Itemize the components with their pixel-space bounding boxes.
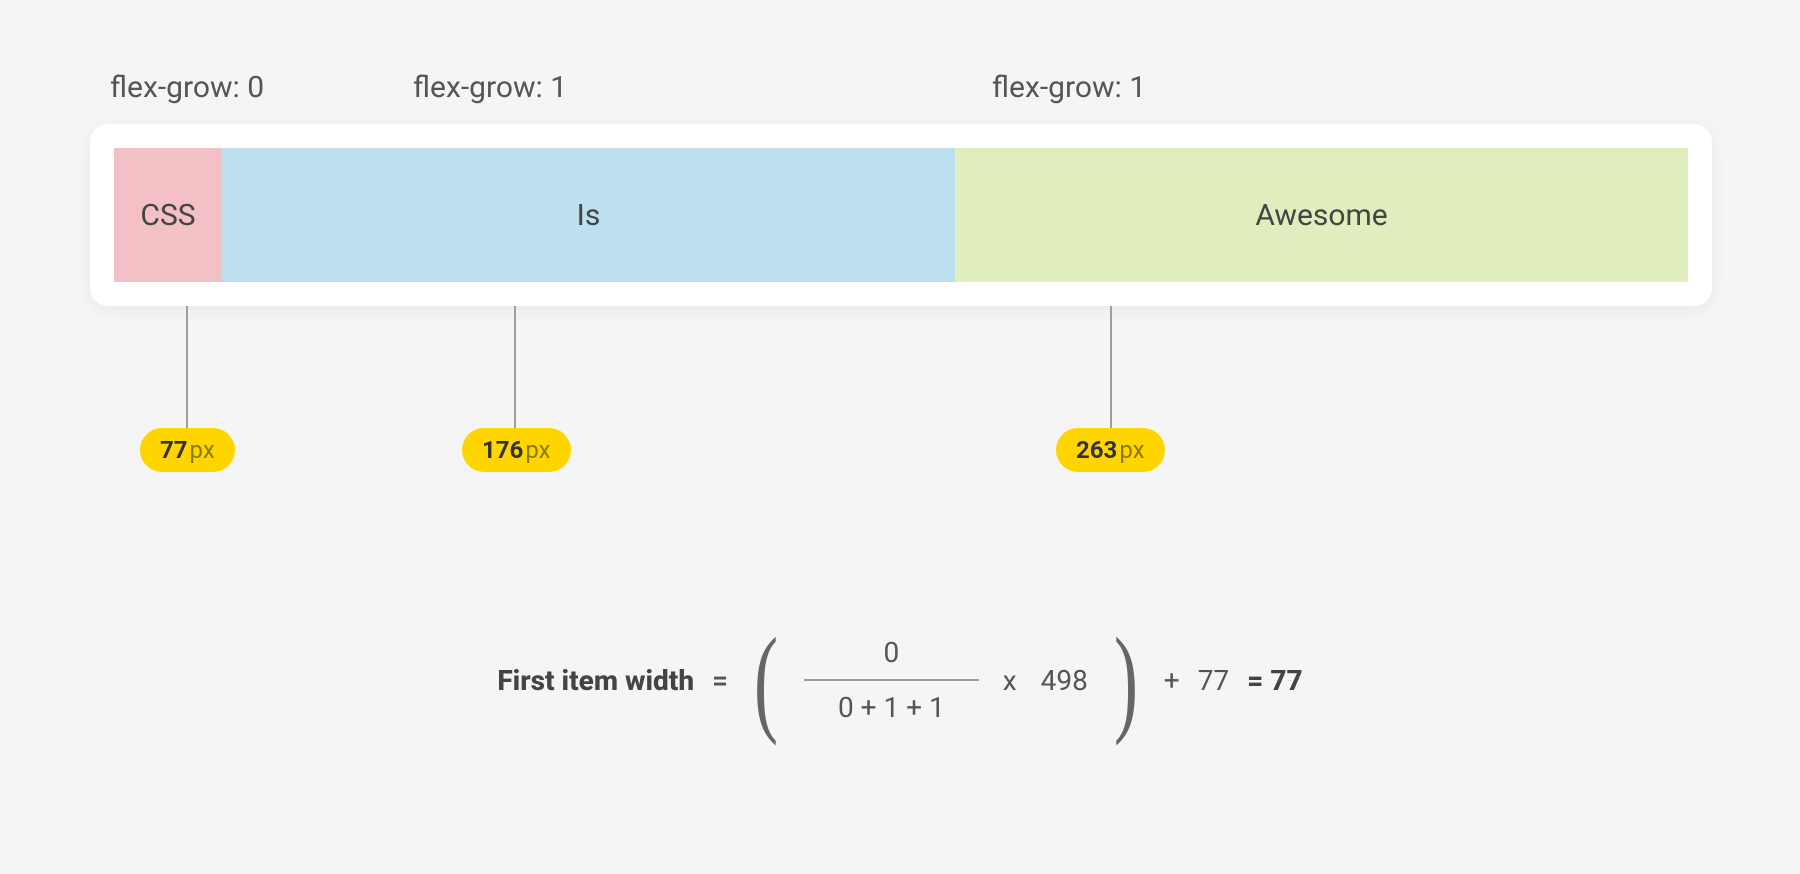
pill-value: 263	[1076, 436, 1117, 464]
label-item-2: flex-grow: 1	[413, 70, 567, 105]
pill-value: 77	[160, 436, 188, 464]
width-pill-2: 176px	[462, 428, 571, 472]
formula-addend: 77	[1198, 664, 1229, 697]
plus-sign: +	[1164, 664, 1180, 697]
flex-row: CSS Is Awesome	[114, 148, 1688, 282]
flex-item-css: CSS	[114, 148, 222, 282]
connector-line-3	[1110, 306, 1112, 428]
connector-line-2	[514, 306, 516, 428]
flex-item-is: Is	[222, 148, 955, 282]
pill-unit: px	[1119, 436, 1144, 464]
multiply-sign: x	[1003, 664, 1017, 697]
pill-value: 176	[482, 436, 523, 464]
formula-result: = 77	[1247, 664, 1303, 697]
formula-multiplier: 498	[1041, 664, 1088, 697]
equals-sign: =	[712, 664, 728, 697]
flex-item-awesome: Awesome	[955, 148, 1688, 282]
fraction: 0 0 + 1 + 1	[804, 626, 979, 734]
flex-container-card: CSS Is Awesome	[90, 124, 1712, 306]
width-pill-1: 77px	[140, 428, 235, 472]
width-pill-3: 263px	[1056, 428, 1165, 472]
label-item-3: flex-grow: 1	[992, 70, 1146, 105]
right-paren-icon: )	[1114, 620, 1138, 740]
formula-lhs: First item width	[497, 664, 694, 697]
pill-unit: px	[525, 436, 550, 464]
width-formula: First item width = ( 0 0 + 1 + 1 x 498 )…	[0, 620, 1800, 740]
label-item-1: flex-grow: 0	[110, 70, 264, 105]
pill-unit: px	[190, 436, 215, 464]
fraction-numerator: 0	[849, 626, 933, 679]
diagram-canvas: flex-grow: 0 flex-grow: 1 flex-grow: 1 C…	[0, 0, 1800, 874]
left-paren-icon: (	[754, 620, 778, 740]
connector-line-1	[186, 306, 188, 428]
fraction-denominator: 0 + 1 + 1	[804, 681, 979, 734]
